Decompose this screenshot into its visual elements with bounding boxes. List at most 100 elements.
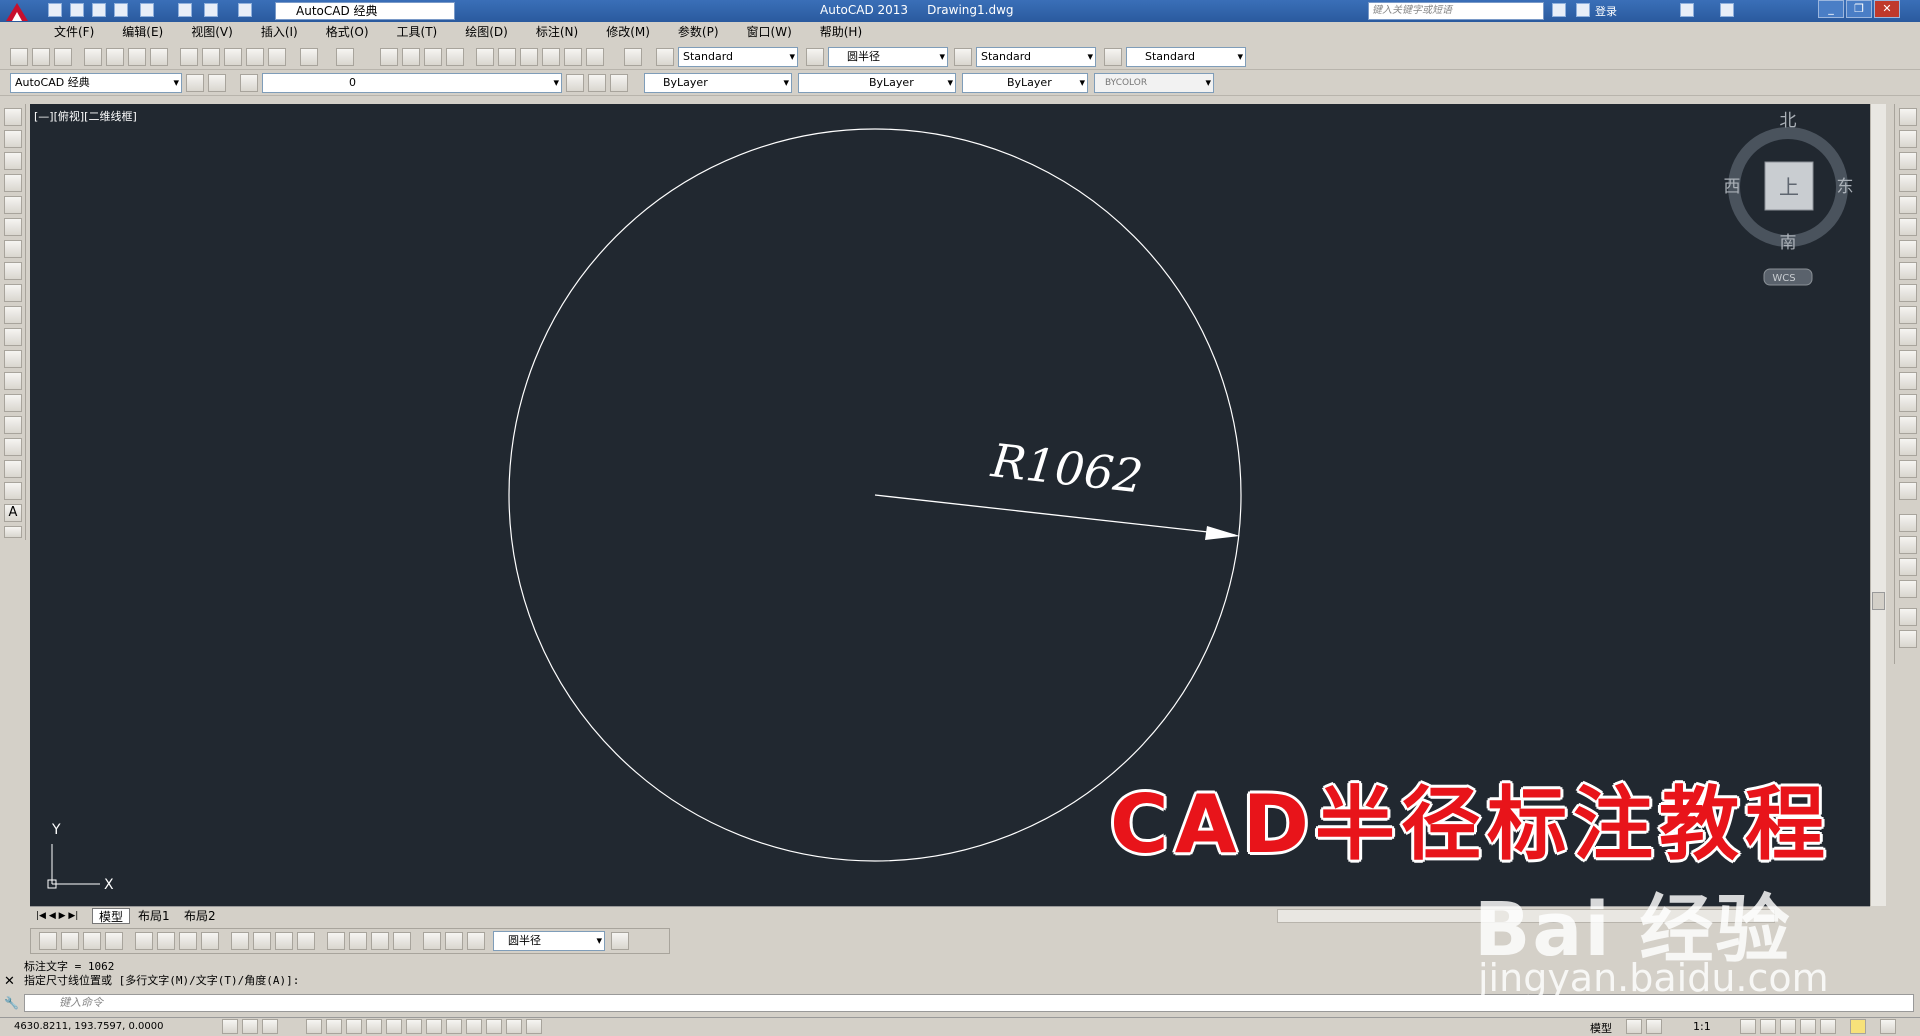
close-button[interactable]: ✕ [1874, 0, 1900, 18]
viewcube-west[interactable]: 西 [1724, 177, 1741, 197]
login-link[interactable]: 登录 [1595, 3, 1617, 19]
tab-layout1[interactable]: 布局1 [132, 908, 176, 924]
continue-icon[interactable] [275, 932, 293, 950]
quick-properties-icon[interactable] [486, 1019, 502, 1034]
region-icon[interactable] [4, 460, 22, 478]
infer-constraints-icon[interactable] [222, 1019, 238, 1034]
plot-icon[interactable] [84, 48, 102, 66]
viewcube[interactable]: 上 北 南 西 东 WCS [1724, 111, 1854, 286]
hatch-icon[interactable] [4, 416, 22, 434]
menu-insert[interactable]: 插入(I) [247, 23, 312, 41]
layer-properties-icon[interactable] [240, 74, 258, 92]
construction-line-icon[interactable] [4, 130, 22, 148]
snap-mode-icon[interactable] [242, 1019, 258, 1034]
zoom-window-icon[interactable] [424, 48, 442, 66]
help-icon[interactable] [624, 48, 642, 66]
dimension-text-edit-icon[interactable] [445, 932, 463, 950]
tab-model[interactable]: 模型 [92, 908, 131, 924]
quick-view-layouts-icon[interactable] [1626, 1019, 1642, 1034]
paste-icon[interactable] [224, 48, 242, 66]
menu-edit[interactable]: 编辑(E) [108, 23, 177, 41]
dimension-line[interactable] [874, 494, 1236, 536]
break-icon[interactable] [1899, 372, 1917, 390]
menu-window[interactable]: 窗口(W) [733, 23, 806, 41]
line-icon[interactable] [4, 108, 22, 126]
annotation-scale[interactable]: 1:1 [1693, 1020, 1711, 1033]
ordinate-icon[interactable] [105, 932, 123, 950]
explode-icon[interactable] [1899, 482, 1917, 500]
diameter-dimension-icon[interactable] [179, 932, 197, 950]
polyline-icon[interactable] [4, 152, 22, 170]
menu-help[interactable]: 帮助(H) [806, 23, 876, 41]
clean-screen-icon[interactable] [1880, 1019, 1896, 1034]
print-icon[interactable] [178, 3, 192, 17]
match-properties-icon[interactable] [246, 48, 264, 66]
selection-cycling-icon[interactable] [506, 1019, 522, 1034]
radius-dimension-icon[interactable] [135, 932, 153, 950]
user-icon[interactable] [1576, 3, 1590, 17]
save-icon[interactable] [92, 3, 106, 17]
blend-curves-icon[interactable] [1899, 460, 1917, 478]
workspace-selector[interactable]: AutoCAD 经典 [275, 2, 455, 20]
dim-style-select[interactable]: 圆半径 [828, 47, 948, 67]
lineweight-toggle-icon[interactable] [446, 1019, 462, 1034]
viewcube-north[interactable]: 北 [1780, 111, 1797, 131]
quick-view-drawings-icon[interactable] [1646, 1019, 1662, 1034]
properties-icon[interactable] [476, 48, 494, 66]
quickcalc-icon[interactable] [586, 48, 604, 66]
markup-icon[interactable] [564, 48, 582, 66]
layer-previous-icon[interactable] [588, 74, 606, 92]
dynamic-ucs-icon[interactable] [406, 1019, 422, 1034]
tool-palettes-icon[interactable] [520, 48, 538, 66]
scale-icon[interactable] [1899, 262, 1917, 280]
mirror-icon[interactable] [1899, 152, 1917, 170]
text-style-icon[interactable] [656, 48, 674, 66]
baseline-icon[interactable] [253, 932, 271, 950]
menu-view[interactable]: 视图(V) [177, 23, 247, 41]
vertical-scroll-thumb[interactable] [1872, 592, 1885, 610]
color-select[interactable]: ByLayer [644, 73, 792, 93]
cut-icon[interactable] [180, 48, 198, 66]
move-icon[interactable] [1899, 218, 1917, 236]
angular-dimension-icon[interactable] [201, 932, 219, 950]
customize-command-icon[interactable]: 🔧 [4, 996, 19, 1010]
plotstyle-select[interactable]: BYCOLOR [1094, 73, 1214, 93]
new-icon[interactable] [10, 48, 28, 66]
draw-order-above-icon[interactable] [1899, 558, 1917, 576]
dimension-text[interactable]: R1062 [988, 433, 1146, 503]
workspace-switching-icon[interactable] [1760, 1019, 1776, 1034]
trim-icon[interactable] [1899, 306, 1917, 324]
ortho-mode-icon[interactable] [306, 1019, 322, 1034]
add-selected-icon[interactable] [4, 526, 22, 538]
dynamic-input-icon[interactable] [426, 1019, 442, 1034]
tab-layout2[interactable]: 布局2 [178, 908, 222, 924]
sheet-set-icon[interactable] [542, 48, 560, 66]
exchange-icon[interactable] [1680, 3, 1694, 17]
dim-style-icon[interactable] [806, 48, 824, 66]
grid-display-icon[interactable] [262, 1019, 278, 1034]
revision-cloud-icon[interactable] [4, 262, 22, 280]
viewcube-face-label[interactable]: 上 [1779, 175, 1799, 199]
draw-order-under-icon[interactable] [1899, 580, 1917, 598]
arc-icon[interactable] [4, 218, 22, 236]
restore-button[interactable]: ❐ [1846, 0, 1872, 18]
draw-order-back-icon[interactable] [1899, 536, 1917, 554]
join-icon[interactable] [1899, 394, 1917, 412]
ucs-menu-label[interactable]: WCS [1772, 273, 1795, 284]
rotate-icon[interactable] [1899, 240, 1917, 258]
aligned-dimension-icon[interactable] [61, 932, 79, 950]
copy-object-icon[interactable] [1899, 130, 1917, 148]
publish-icon[interactable] [128, 48, 146, 66]
mleader-style-icon[interactable] [1104, 48, 1122, 66]
polar-tracking-icon[interactable] [326, 1019, 342, 1034]
publish-icon[interactable] [140, 3, 154, 17]
dimension-update-icon[interactable] [467, 932, 485, 950]
extend-icon[interactable] [1899, 328, 1917, 346]
lightbulb-icon[interactable] [1850, 1019, 1866, 1034]
make-block-icon[interactable] [4, 372, 22, 390]
workspace-save-icon[interactable] [208, 74, 226, 92]
open-file-icon[interactable] [70, 3, 84, 17]
autocad-logo-icon[interactable] [2, 1, 32, 23]
polygon-icon[interactable] [4, 174, 22, 192]
workspace-select[interactable]: AutoCAD 经典 [10, 73, 182, 93]
